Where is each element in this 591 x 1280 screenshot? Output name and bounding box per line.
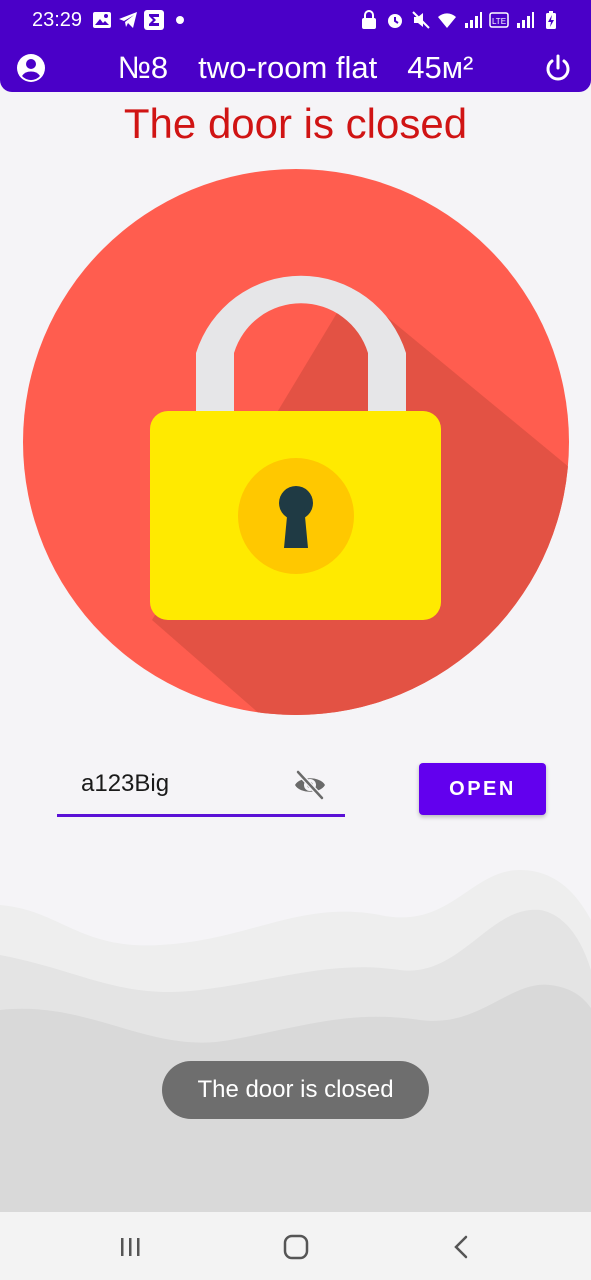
flat-area: 45м² [407,50,474,85]
signal-icon [465,12,482,28]
mute-icon [412,11,430,29]
flat-number: №8 [117,50,169,85]
toast-message: The door is closed [162,1061,429,1119]
battery-charging-icon [546,11,556,29]
recents-icon[interactable] [115,1232,145,1262]
status-time: 23:29 [32,9,83,31]
background-waves [0,870,591,1212]
app-title: №8 two-room flat 45м² [0,50,591,86]
signal-icon [517,12,534,28]
door-status-heading: The door is closed [123,100,468,147]
padlock-icon [23,169,569,715]
password-input[interactable]: a123Big [81,770,169,798]
gallery-icon [93,12,111,28]
eye-off-icon[interactable] [293,768,327,802]
password-field[interactable]: a123Big [57,760,345,817]
sigma-icon [144,10,164,30]
status-right-icons: LTE [359,10,561,30]
wifi-icon [438,13,456,28]
power-icon[interactable] [542,52,574,84]
back-icon[interactable] [447,1232,477,1262]
lock-badge-icon [362,10,376,29]
app-bar: №8 two-room flat 45м² [0,44,591,92]
open-button[interactable]: OPEN [419,763,546,815]
system-nav-bar [0,1212,591,1280]
flat-type: two-room flat [198,50,378,85]
status-left-icons [92,10,190,30]
home-icon[interactable] [281,1232,311,1262]
telegram-icon [119,12,137,28]
alarm-icon [388,14,402,28]
svg-text:LTE: LTE [492,17,506,26]
status-bar: 23:29 LTE [0,0,591,44]
volte-icon: LTE [489,12,509,28]
dot-icon [176,16,184,24]
